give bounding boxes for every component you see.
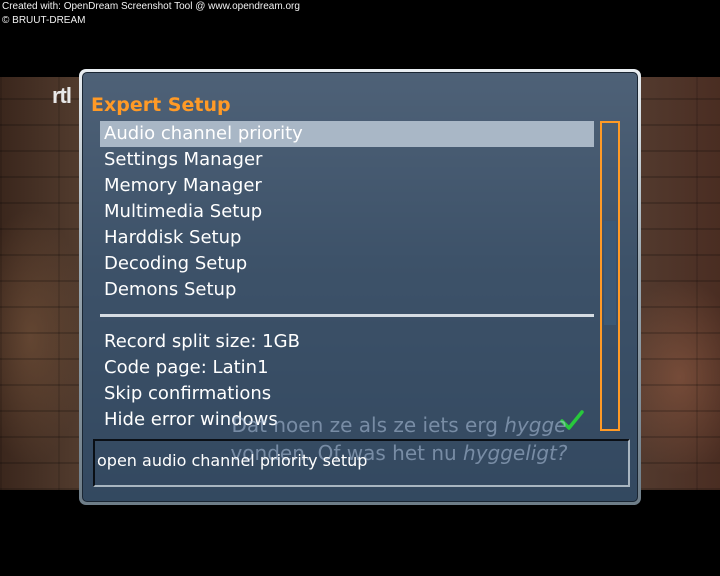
credit-line-2: © BRUUT-DREAM — [2, 15, 86, 26]
hint-text: open audio channel priority setup — [97, 451, 368, 470]
scrollbar[interactable] — [600, 121, 620, 431]
menu-separator — [100, 303, 594, 329]
window-panel: Expert Setup Audio channel priority Sett… — [82, 72, 638, 502]
menu-item-decoding-setup[interactable]: Decoding Setup — [100, 251, 594, 277]
credit-line-1: Created with: OpenDream Screenshot Tool … — [2, 1, 300, 12]
expert-setup-window: Expert Setup Audio channel priority Sett… — [79, 69, 641, 505]
menu-list: Audio channel priority Settings Manager … — [100, 121, 594, 433]
window-title: Expert Setup — [91, 94, 231, 116]
menu-item-demons-setup[interactable]: Demons Setup — [100, 277, 594, 303]
option-skip-confirmations[interactable]: Skip confirmations — [100, 381, 594, 407]
menu-item-memory-manager[interactable]: Memory Manager — [100, 173, 594, 199]
channel-logo: rtl — [52, 83, 72, 108]
screenshot-credit: Created with: OpenDream Screenshot Tool … — [2, 0, 300, 28]
menu-item-multimedia-setup[interactable]: Multimedia Setup — [100, 199, 594, 225]
hint-box: open audio channel priority setup — [93, 439, 630, 487]
option-record-split-size[interactable]: Record split size: 1GB — [100, 329, 594, 355]
checkmark-icon[interactable] — [560, 409, 584, 431]
menu-item-settings-manager[interactable]: Settings Manager — [100, 147, 594, 173]
scrollbar-thumb[interactable] — [604, 221, 616, 325]
menu-item-harddisk-setup[interactable]: Harddisk Setup — [100, 225, 594, 251]
option-hide-error-windows[interactable]: Hide error windows — [100, 407, 594, 433]
option-code-page[interactable]: Code page: Latin1 — [100, 355, 594, 381]
menu-item-audio-channel-priority[interactable]: Audio channel priority — [100, 121, 594, 147]
